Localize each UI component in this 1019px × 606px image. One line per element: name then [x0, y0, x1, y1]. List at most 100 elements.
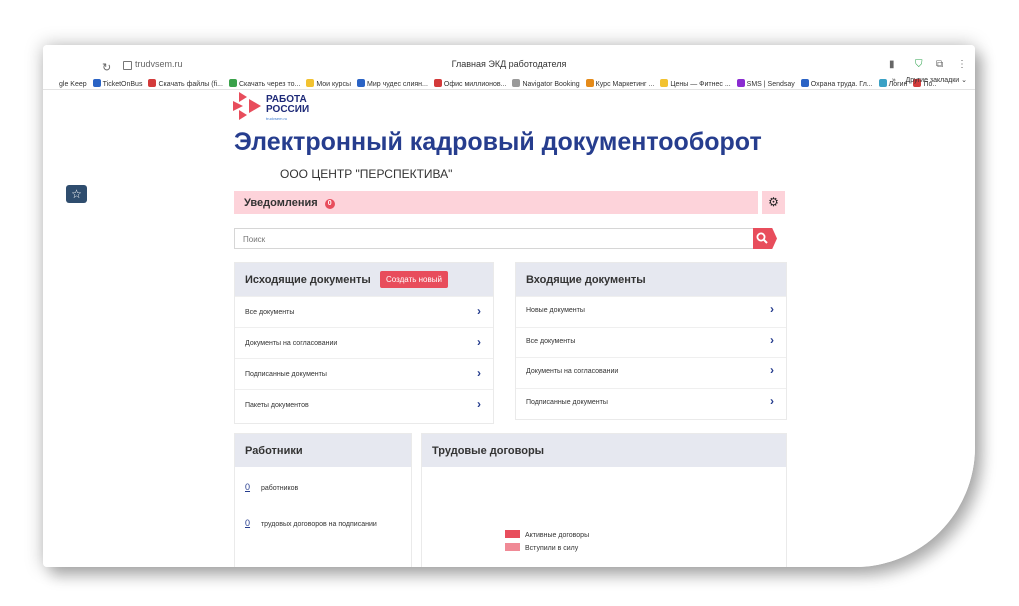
bookmark-item[interactable]: Охрана труда. Гл... — [800, 77, 873, 89]
bookmark-favicon-icon — [228, 79, 237, 87]
menu-icon[interactable]: ⋮ — [957, 59, 967, 70]
screenshot-card: ↻ trudvsem.ru Главная ЭКД работодателя ▮… — [43, 45, 975, 567]
bookmark-item[interactable]: SMS | Sendsay — [736, 77, 795, 89]
workers-count[interactable]: 0 — [245, 482, 250, 492]
bookmark-item[interactable]: Курс Маркетинг ... — [585, 77, 655, 89]
bookmark-item[interactable]: TicketOnBus — [92, 77, 143, 89]
bookmark-favicon-icon — [306, 79, 315, 87]
bookmark-item[interactable]: Скачать файлы (fi... — [148, 77, 223, 89]
incoming-item-signed[interactable]: Подписанные документы › — [516, 388, 786, 419]
legend-active: Активные договоры — [505, 530, 589, 539]
bookmark-item[interactable]: Цены — Фитнес ... — [660, 77, 731, 89]
notifications-badge: 0 — [324, 199, 335, 209]
notifications-label-wrap: Уведомления 0 — [244, 197, 335, 209]
bookmark-icon[interactable]: ▮ — [889, 59, 895, 70]
row-label: Все документы — [526, 338, 576, 345]
legend-in-force: Вступили в силу — [505, 543, 578, 552]
star-icon[interactable]: ☆ — [66, 185, 87, 203]
workers-header: Работники — [235, 434, 411, 467]
incoming-item-new[interactable]: Новые документы › — [516, 296, 786, 327]
bookmark-label: Офис миллионов... — [443, 81, 507, 88]
bookmark-label: Курс Маркетинг ... — [595, 81, 655, 88]
incoming-item-all[interactable]: Все документы › — [516, 327, 786, 358]
bookmark-item[interactable]: Скачать через то... — [228, 77, 301, 89]
window-title: Главная ЭКД работодателя — [451, 59, 567, 69]
search-button[interactable] — [753, 228, 777, 249]
bookmark-label: Цены — Фитнес ... — [670, 81, 731, 88]
bookmarks-more[interactable]: » — [892, 77, 896, 84]
search-icon — [756, 232, 768, 244]
row-label: Подписанные документы — [245, 371, 327, 378]
row-label: Все документы — [245, 309, 295, 316]
row-label: Документы на согласовании — [526, 368, 619, 375]
workers-panel: Работники 0 работников 0 трудовых догово… — [234, 433, 412, 567]
logo-line2: РОССИИ — [266, 104, 310, 115]
outgoing-header: Исходящие документы Создать новый — [235, 263, 493, 296]
legend-in-force-label: Вступили в силу — [525, 545, 579, 552]
incoming-item-approval[interactable]: Документы на согласовании › — [516, 357, 786, 388]
bookmark-label: Скачать файлы (fi... — [158, 81, 223, 88]
contracts-header: Трудовые договоры — [422, 434, 786, 467]
contracts-signing-count[interactable]: 0 — [245, 518, 250, 528]
page-title: Электронный кадровый документооборот — [234, 128, 762, 156]
other-bookmarks[interactable]: » Другие закладки ⌄ — [892, 73, 967, 89]
bookmark-label: SMS | Sendsay — [746, 81, 795, 88]
chevron-right-icon: › — [770, 333, 774, 347]
bookmark-item[interactable]: Мир чудес слиян... — [356, 77, 428, 89]
bookmark-label: Мир чудес слиян... — [366, 81, 428, 88]
row-label: Подписанные документы — [526, 399, 608, 406]
bookmark-favicon-icon — [92, 79, 101, 87]
bookmark-label: Мои курсы — [316, 81, 351, 88]
outgoing-item-signed[interactable]: Подписанные документы › — [235, 358, 493, 389]
bookmark-item[interactable]: Мои курсы — [306, 77, 351, 89]
chevron-right-icon: › — [770, 363, 774, 377]
bookmark-item[interactable]: Офис миллионов... — [433, 77, 507, 89]
bookmark-label: Охрана труда. Гл... — [810, 81, 873, 88]
contracts-signing-label: трудовых договоров на подписании — [260, 521, 377, 528]
incoming-title: Входящие документы — [526, 274, 646, 286]
chevron-right-icon: › — [770, 394, 774, 408]
logo-text[interactable]: РАБОТА РОССИИ — [266, 95, 309, 115]
contracts-panel: Трудовые договоры Активные договоры Всту… — [421, 433, 787, 567]
bookmark-favicon-icon — [878, 79, 887, 87]
bookmark-label: TicketOnBus — [102, 81, 143, 88]
workers-title: Работники — [245, 445, 303, 457]
outgoing-title: Исходящие документы — [245, 274, 371, 286]
outgoing-item-approval[interactable]: Документы на согласовании › — [235, 327, 493, 358]
create-new-button[interactable]: Создать новый — [380, 271, 448, 288]
row-label: Новые документы — [526, 307, 585, 314]
workers-count-label: работников — [260, 485, 299, 492]
bookmark-label: Navigator Booking — [522, 81, 580, 88]
extensions-icon[interactable]: ⧉ — [936, 59, 943, 70]
search-box — [234, 228, 756, 249]
legend-swatch-active — [505, 530, 520, 538]
chevron-right-icon: › — [770, 302, 774, 316]
incoming-header: Входящие документы — [516, 263, 786, 296]
row-label: Документы на согласовании — [245, 340, 338, 347]
outgoing-panel: Исходящие документы Создать новый Все до… — [234, 262, 494, 424]
bookmark-favicon-icon — [433, 79, 442, 87]
bookmark-item[interactable]: gle Keep — [49, 77, 87, 89]
shield-icon[interactable]: ⛉ — [915, 59, 923, 70]
browser-toolbar: ↻ trudvsem.ru Главная ЭКД работодателя ▮… — [43, 45, 975, 74]
chevron-right-icon: › — [477, 335, 481, 349]
workers-count-row[interactable]: 0 работников — [245, 482, 298, 492]
logo-icon[interactable] — [233, 92, 263, 120]
bookmark-item[interactable]: Navigator Booking — [512, 77, 580, 89]
notifications-bar[interactable]: Уведомления 0 — [234, 191, 758, 214]
settings-gear-icon[interactable]: ⚙ — [762, 191, 785, 214]
legend-swatch-in-force — [505, 543, 520, 551]
bookmark-favicon-icon — [148, 79, 157, 87]
chevron-right-icon: › — [477, 304, 481, 318]
bookmark-label: Скачать через то... — [238, 81, 301, 88]
bookmarks-bar: gle Keep TicketOnBus Скачать файлы (fi... С… — [43, 73, 975, 90]
bookmark-favicon-icon — [660, 79, 669, 87]
bookmark-favicon-icon — [736, 79, 745, 87]
logo-subtitle: trudvsem.ru — [266, 116, 288, 121]
outgoing-item-all[interactable]: Все документы › — [235, 296, 493, 327]
search-input[interactable] — [235, 231, 743, 248]
contracts-signing-row[interactable]: 0 трудовых договоров на подписании — [245, 518, 377, 528]
notifications-label: Уведомления — [244, 197, 318, 209]
chevron-right-icon: › — [477, 397, 481, 411]
outgoing-item-packages[interactable]: Пакеты документов › — [235, 389, 493, 420]
